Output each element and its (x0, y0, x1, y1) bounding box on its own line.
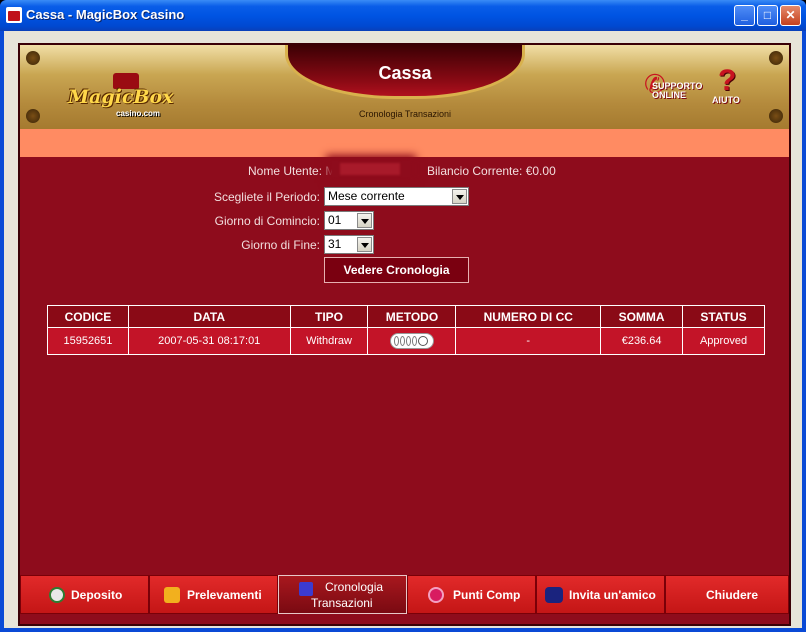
notice-bar (20, 129, 789, 157)
column-header-status: STATUS (682, 305, 765, 328)
tab-close-label: Chiudere (706, 588, 759, 602)
tab-withdrawals-label: Prelevamenti (187, 588, 262, 602)
column-header-type: TIPO (289, 305, 369, 328)
rivet-icon (769, 51, 783, 65)
cell-code: 15952651 (47, 327, 129, 355)
balance-label: Bilancio Corrente: €0.00 (427, 164, 556, 178)
tab-history-label-line2: Transazioni (311, 596, 373, 610)
logo-subtext: casino.com (116, 109, 161, 118)
magicbox-logo: MagicBox casino.com (68, 73, 178, 118)
support-label: SUPPORTO ONLINE (652, 81, 703, 100)
cell-cc-number: - (455, 327, 602, 355)
end-day-select[interactable]: 31 (324, 235, 374, 254)
column-header-code: CODICE (47, 305, 129, 328)
page-subtitle: Cronologia Transazioni (358, 109, 452, 119)
period-label: Scegliete il Periodo: (213, 190, 320, 204)
tab-invite-friend-label: Invita un'amico (569, 588, 656, 602)
app-icon (6, 7, 22, 23)
client-area: MagicBox casino.com Cassa Cronologia Tra… (4, 31, 802, 628)
column-header-amount: SOMMA (600, 305, 684, 328)
cell-status: Approved (682, 327, 765, 355)
tab-comp-points-label: Punti Comp (453, 588, 521, 602)
start-day-label: Giorno di Comincio: (214, 214, 320, 228)
cashier-panel: MagicBox casino.com Cassa Cronologia Tra… (18, 43, 791, 626)
minimize-button[interactable]: _ (734, 5, 755, 26)
tab-deposit[interactable]: Deposito (20, 575, 149, 614)
table-header-row: CODICE DATA TIPO METODO NUMERO DI CC SOM… (47, 305, 765, 328)
redacted-username (332, 161, 410, 177)
tab-deposit-label: Deposito (71, 588, 123, 602)
start-day-select[interactable]: 01 (324, 211, 374, 230)
rivet-icon (769, 109, 783, 123)
tab-close[interactable]: Chiudere (665, 575, 789, 614)
view-history-button[interactable]: Vedere Cronologia (324, 257, 469, 283)
cell-type: Withdraw (289, 327, 369, 355)
transactions-table: CODICE DATA TIPO METODO NUMERO DI CC SOM… (47, 305, 765, 355)
end-day-label: Giorno di Fine: (241, 238, 320, 252)
tab-withdrawals[interactable]: Prelevamenti (149, 575, 278, 614)
logo-text: MagicBox (68, 86, 174, 108)
tab-history-label-line1: Cronologia (325, 580, 384, 594)
tab-transaction-history[interactable]: Cronologia Transazioni (278, 575, 407, 614)
chevron-down-icon[interactable] (452, 189, 467, 204)
comp-points-icon (428, 587, 444, 603)
invite-friend-icon (545, 587, 563, 603)
app-window: Cassa - MagicBox Casino _ □ ✕ MagicBox c… (0, 0, 806, 632)
page-title: Cassa (378, 63, 432, 83)
cashier-header: MagicBox casino.com Cassa Cronologia Tra… (20, 45, 789, 129)
maximize-button[interactable]: □ (757, 5, 778, 26)
withdraw-icon (164, 587, 180, 603)
period-value: Mese corrente (328, 189, 405, 203)
close-button[interactable]: ✕ (780, 5, 801, 26)
help-button[interactable]: ? AIUTO (710, 65, 754, 109)
tab-invite-friend[interactable]: Invita un'amico (536, 575, 665, 614)
bottom-tab-bar: Deposito Prelevamenti Cronologia Transaz… (20, 575, 789, 614)
rivet-icon (26, 109, 40, 123)
column-header-cc-number: NUMERO DI CC (455, 305, 602, 328)
deposit-icon (49, 587, 65, 603)
chevron-down-icon[interactable] (357, 237, 372, 252)
table-row[interactable]: 15952651 2007-05-31 08:17:01 Withdraw - … (47, 327, 765, 355)
column-header-method: METODO (367, 305, 457, 328)
period-select[interactable]: Mese corrente (324, 187, 469, 206)
rivet-icon (26, 51, 40, 65)
end-day-value: 31 (328, 237, 342, 251)
title-bar[interactable]: Cassa - MagicBox Casino _ □ ✕ (0, 0, 806, 31)
question-mark-icon: ? (718, 64, 737, 97)
cell-amount: €236.64 (600, 327, 684, 355)
column-header-date: DATA (127, 305, 291, 328)
cell-date: 2007-05-31 08:17:01 (127, 327, 291, 355)
card-icon (389, 333, 434, 349)
cell-method (367, 327, 457, 355)
help-label: AIUTO (712, 95, 740, 105)
username-label: Nome Utente: M (248, 164, 336, 178)
tab-comp-points[interactable]: Punti Comp (407, 575, 536, 614)
window-title: Cassa - MagicBox Casino (26, 7, 185, 22)
start-day-value: 01 (328, 213, 342, 227)
chevron-down-icon[interactable] (357, 213, 372, 228)
support-online-button[interactable]: ✆ SUPPORTO ONLINE (642, 69, 702, 103)
history-icon (299, 582, 313, 596)
